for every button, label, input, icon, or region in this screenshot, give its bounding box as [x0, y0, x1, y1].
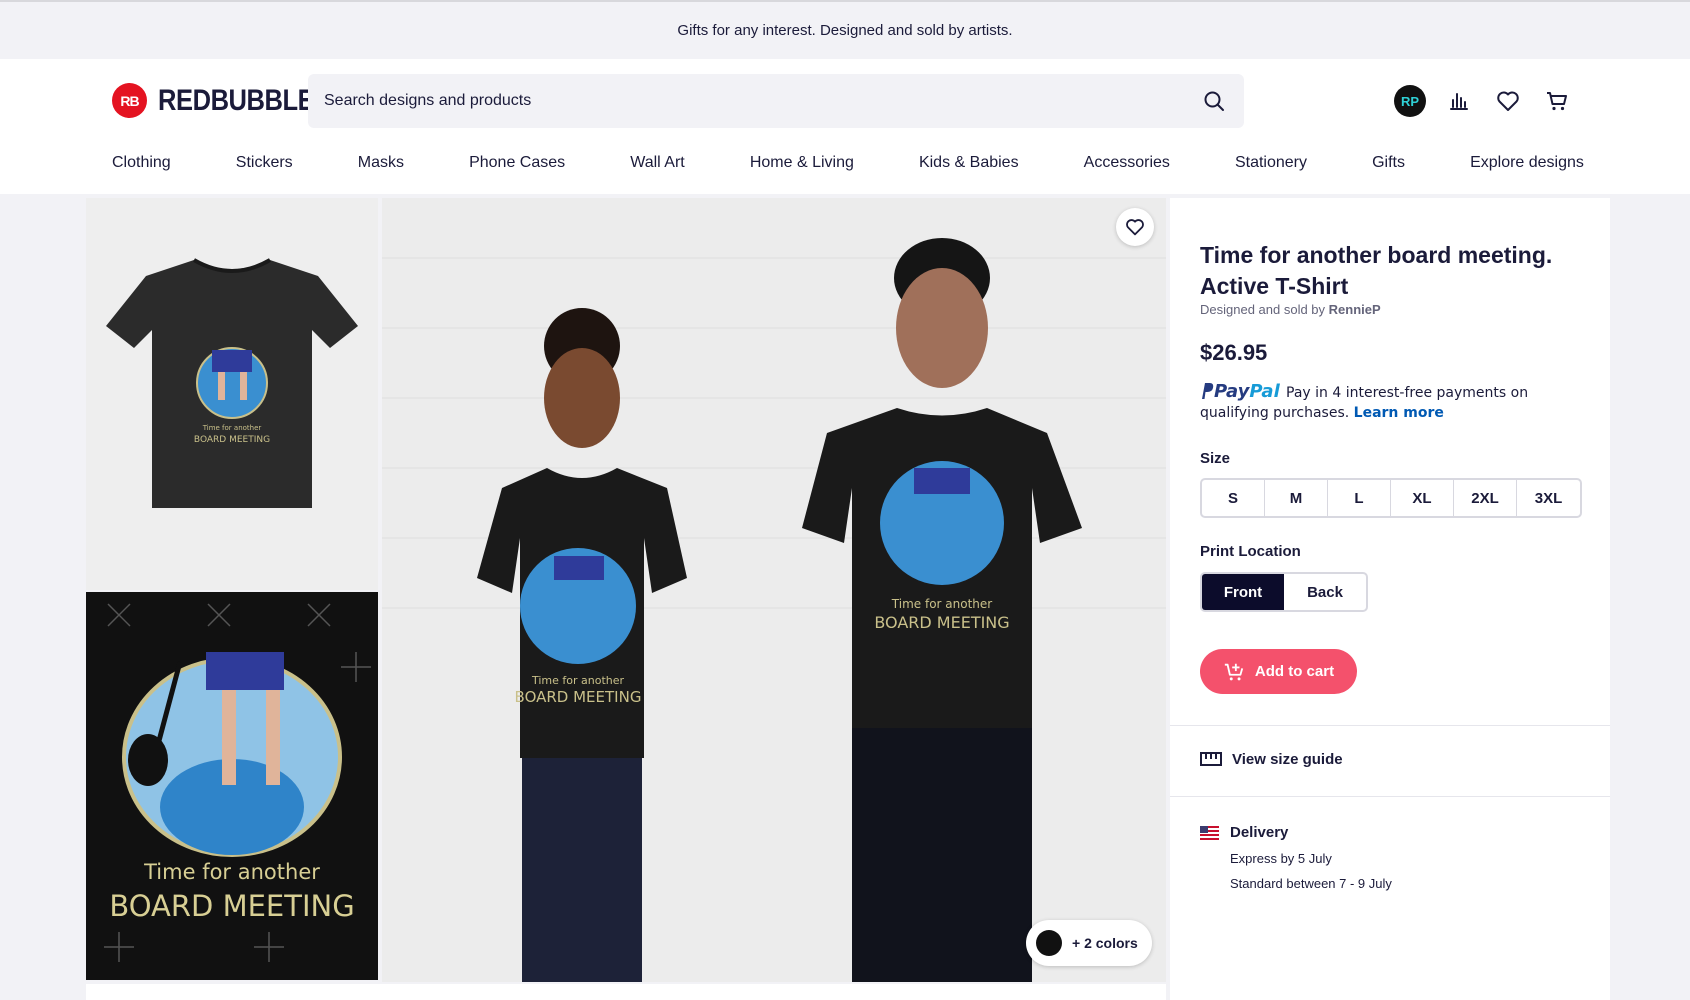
search-icon[interactable]: [1200, 87, 1228, 115]
paypal-message: PayPal Pay in 4 interest-free payments o…: [1200, 382, 1580, 423]
size-option-s[interactable]: S: [1202, 480, 1265, 516]
cart-plus-icon: [1224, 663, 1244, 680]
nav-stationery[interactable]: Stationery: [1235, 154, 1307, 172]
logo-mark-icon: RB: [112, 83, 147, 118]
size-option-3xl[interactable]: 3XL: [1517, 480, 1580, 516]
dashboard-icon[interactable]: [1443, 85, 1475, 117]
color-selector-pill[interactable]: + 2 colors: [1026, 920, 1152, 966]
promo-banner: Gifts for any interest. Designed and sol…: [0, 0, 1690, 59]
add-to-cart-label: Add to cart: [1254, 663, 1335, 680]
woman-shirt-line2: BOARD MEETING: [515, 688, 642, 706]
us-flag-icon: [1200, 825, 1219, 840]
search-input[interactable]: [324, 92, 1200, 110]
print-location-front[interactable]: Front: [1202, 574, 1284, 610]
category-nav: Clothing Stickers Masks Phone Cases Wall…: [112, 154, 1584, 172]
size-guide-link[interactable]: View size guide: [1200, 750, 1343, 768]
ruler-icon: [1200, 752, 1222, 766]
print-location-selector: Front Back: [1200, 572, 1368, 612]
learn-more-link[interactable]: Learn more: [1354, 405, 1444, 421]
designer-prefix: Designed and sold by: [1200, 302, 1326, 317]
print-location-back[interactable]: Back: [1284, 574, 1366, 610]
add-to-cart-button[interactable]: Add to cart: [1200, 649, 1357, 694]
heart-icon: [1126, 219, 1144, 236]
delivery-title: Delivery: [1230, 824, 1289, 841]
nav-masks[interactable]: Masks: [358, 154, 404, 172]
favorite-button[interactable]: [1116, 208, 1154, 246]
woman-shirt-line1: Time for another: [531, 674, 625, 687]
product-title: Time for another board meeting. Active T…: [1200, 242, 1553, 299]
man-shirt-line2: BOARD MEETING: [874, 613, 1009, 632]
designer-credit: Designed and sold by RennieP: [1200, 302, 1381, 317]
nav-stickers[interactable]: Stickers: [236, 154, 293, 172]
product-panel: Time for another board meeting. Active T…: [1170, 198, 1610, 1000]
thumbnail-tshirt[interactable]: Time for another BOARD MEETING: [86, 198, 378, 590]
color-swatch-black: [1036, 930, 1062, 956]
nav-kids-babies[interactable]: Kids & Babies: [919, 154, 1019, 172]
search-bar: [308, 74, 1244, 128]
man-shirt-line1: Time for another: [891, 597, 992, 611]
size-option-m[interactable]: M: [1265, 480, 1328, 516]
delivery-express: Express by 5 July: [1230, 851, 1332, 866]
nav-phone-cases[interactable]: Phone Cases: [469, 154, 565, 172]
art-text-line2: BOARD MEETING: [109, 889, 354, 923]
paypal-logo: PayPal: [1200, 381, 1286, 402]
print-location-label: Print Location: [1200, 543, 1301, 560]
size-option-l[interactable]: L: [1328, 480, 1391, 516]
cart-icon[interactable]: [1541, 85, 1573, 117]
site-header: RB REDBUBBLE RP Clothing Stickers Masks …: [0, 59, 1690, 194]
thumb-art-line2: BOARD MEETING: [194, 435, 270, 445]
logo-wordmark: REDBUBBLE: [158, 83, 315, 117]
art-text-line1: Time for another: [143, 860, 320, 884]
nav-explore-designs[interactable]: Explore designs: [1470, 154, 1584, 172]
colors-count-label: + 2 colors: [1072, 935, 1138, 951]
size-selector: S M L XL 2XL 3XL: [1200, 478, 1582, 518]
divider: [1170, 725, 1610, 726]
main-product-image: Time for another BOARD MEETING Time for …: [382, 198, 1166, 982]
thumbnail-artwork[interactable]: Time for another BOARD MEETING: [86, 592, 378, 980]
header-actions: RP: [1394, 85, 1590, 117]
size-option-xl[interactable]: XL: [1391, 480, 1454, 516]
delivery-info: Delivery Express by 5 July Standard betw…: [1200, 824, 1392, 891]
thumb-art-line1: Time for another: [202, 424, 262, 432]
nav-home-living[interactable]: Home & Living: [750, 154, 854, 172]
artist-link[interactable]: RennieP: [1329, 302, 1381, 317]
size-label: Size: [1200, 450, 1231, 467]
product-price: $26.95: [1200, 340, 1268, 365]
delivery-standard: Standard between 7 - 9 July: [1230, 876, 1392, 891]
nav-wall-art[interactable]: Wall Art: [630, 154, 685, 172]
nav-gifts[interactable]: Gifts: [1372, 154, 1405, 172]
model-photo: Time for another BOARD MEETING Time for …: [382, 198, 1166, 982]
nav-accessories[interactable]: Accessories: [1084, 154, 1170, 172]
divider: [1170, 796, 1610, 797]
size-guide-label: View size guide: [1232, 750, 1343, 768]
content-edge: [86, 984, 1166, 1000]
promo-banner-text: Gifts for any interest. Designed and sol…: [677, 22, 1013, 39]
avatar[interactable]: RP: [1394, 85, 1426, 117]
nav-clothing[interactable]: Clothing: [112, 154, 171, 172]
size-option-2xl[interactable]: 2XL: [1454, 480, 1517, 516]
heart-icon[interactable]: [1492, 85, 1524, 117]
paypal-p-icon: [1202, 383, 1214, 399]
